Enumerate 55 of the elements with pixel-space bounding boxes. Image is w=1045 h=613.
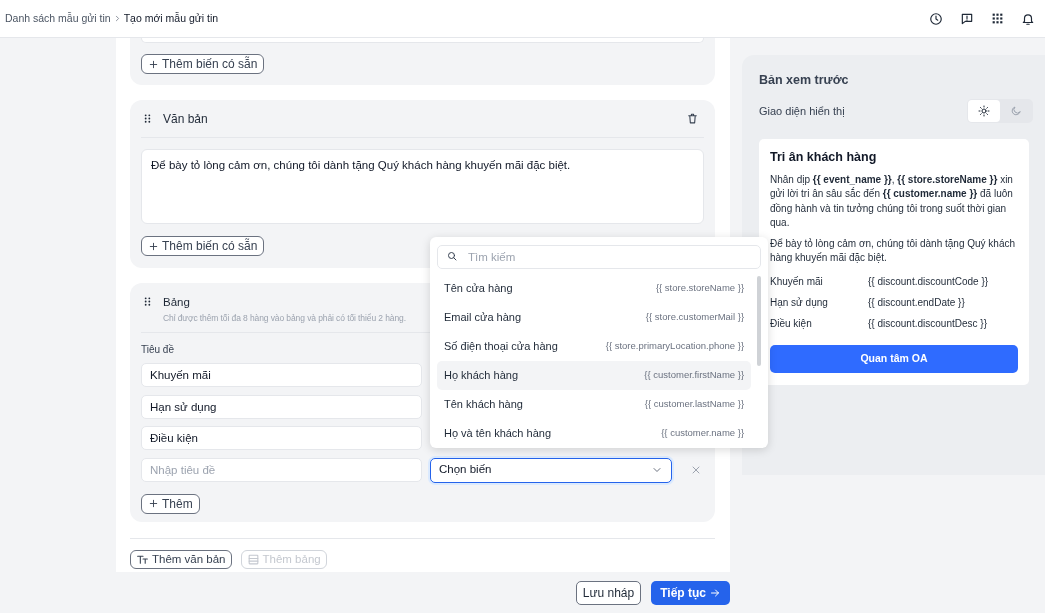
row-label: Khuyến mãi	[770, 274, 824, 289]
block-title: Bảng	[163, 295, 191, 310]
paragraph: Nhân dịp {{ event_name }}, {{ store.storeName }} xin gửi lời tri ân sâu sắc đến {{ customer.name }} đã luôn đồng hành và tin tưởng chúng tôi trong suốt thời gian qua.	[770, 172, 1014, 230]
plus-icon	[148, 240, 159, 252]
row-value: {{ discount.discountCode }}	[868, 274, 990, 289]
row-value: {{ discount.endDate }}	[868, 295, 966, 310]
text-area[interactable]: Để bày tỏ lòng cảm ơn, chúng tôi dành tặng Quý khách hàng khuyến mãi đặc biệt.	[141, 149, 704, 224]
column-header: Tiêu đề	[141, 343, 174, 357]
text-size-icon	[136, 553, 149, 566]
paragraph: Để bày tỏ lòng cảm ơn, chúng tôi dành tặng Quý khách hàng khuyến mãi đặc biệt.	[770, 236, 1017, 265]
add-block-button[interactable]: Thêm văn bản	[130, 550, 232, 569]
clock-icon[interactable]	[929, 11, 943, 26]
theme-label: Giao diện hiển thị	[759, 103, 845, 119]
theme-toggle[interactable]	[968, 99, 1000, 122]
row-label: Điều kiện	[770, 316, 813, 331]
dropdown-item[interactable]: Họ khách hàng {{ customer.firstName }}	[437, 361, 752, 390]
hint-text: Chỉ được thêm tối đa 8 hàng vào bảng và phải có tối thiểu 2 hàng.	[163, 312, 406, 325]
next-button[interactable]: Tiếp tục	[651, 581, 730, 605]
sun-icon	[978, 104, 990, 117]
save-draft-button[interactable]: Lưu nháp	[575, 581, 642, 605]
title-field[interactable]: Hạn sử dụng	[141, 394, 422, 419]
search-field[interactable]: Tìm kiếm	[437, 245, 761, 269]
breadcrumb-link[interactable]: Danh sách mẫu gửi tin	[5, 10, 111, 27]
search-icon	[446, 250, 458, 262]
add-row-button[interactable]: Thêm	[141, 493, 200, 514]
moon-icon	[1010, 104, 1022, 117]
dropdown-item[interactable]: Tên khách hàng {{ customer.lastName }}	[437, 390, 752, 419]
panel-title: Bản xem trước	[759, 72, 850, 89]
dropdown-item[interactable]: Email cửa hàng {{ store.customerMail }}	[437, 303, 752, 332]
scrollbar[interactable]	[757, 276, 761, 366]
title-field[interactable]: Khuyến mãi	[141, 363, 422, 387]
apps-grid-icon[interactable]	[991, 12, 1004, 25]
row-label: Hạn sử dụng	[770, 295, 829, 310]
card-title: Tri ân khách hàng	[770, 148, 878, 166]
title-field[interactable]: Điều kiện	[141, 426, 422, 450]
bell-icon[interactable]	[1021, 11, 1035, 26]
arrow-right-icon	[709, 587, 721, 599]
add-variable-button[interactable]: Thêm biến có sẵn	[141, 236, 265, 256]
title-field[interactable]: Nhập tiêu đề	[141, 458, 422, 482]
follow-button[interactable]: Quan tâm OA	[770, 344, 1018, 373]
block-title: Văn bản	[163, 110, 208, 128]
drag-handle-icon[interactable]	[142, 296, 153, 307]
variable-select[interactable]: Chọn biến	[430, 457, 672, 483]
drag-handle-icon[interactable]	[142, 113, 153, 124]
trash-icon[interactable]	[686, 112, 699, 125]
dropdown-item[interactable]: Họ và tên khách hàng {{ customer.name }}	[437, 419, 752, 448]
table-icon	[246, 553, 260, 566]
dropdown-item[interactable]: Tên cửa hàng {{ store.storeName }}	[437, 274, 752, 303]
plus-icon	[148, 498, 159, 509]
add-variable-button[interactable]: Thêm biến có sẵn	[141, 54, 265, 74]
breadcrumb-link[interactable]: Tạo mới mẫu gửi tin	[123, 10, 219, 27]
plus-icon	[148, 58, 159, 70]
feedback-icon[interactable]	[960, 11, 974, 26]
row-value: {{ discount.discountDesc }}	[868, 316, 988, 331]
dropdown-item[interactable]: Số điện thoại cửa hàng {{ store.primaryLocation.phone }}	[437, 332, 752, 361]
